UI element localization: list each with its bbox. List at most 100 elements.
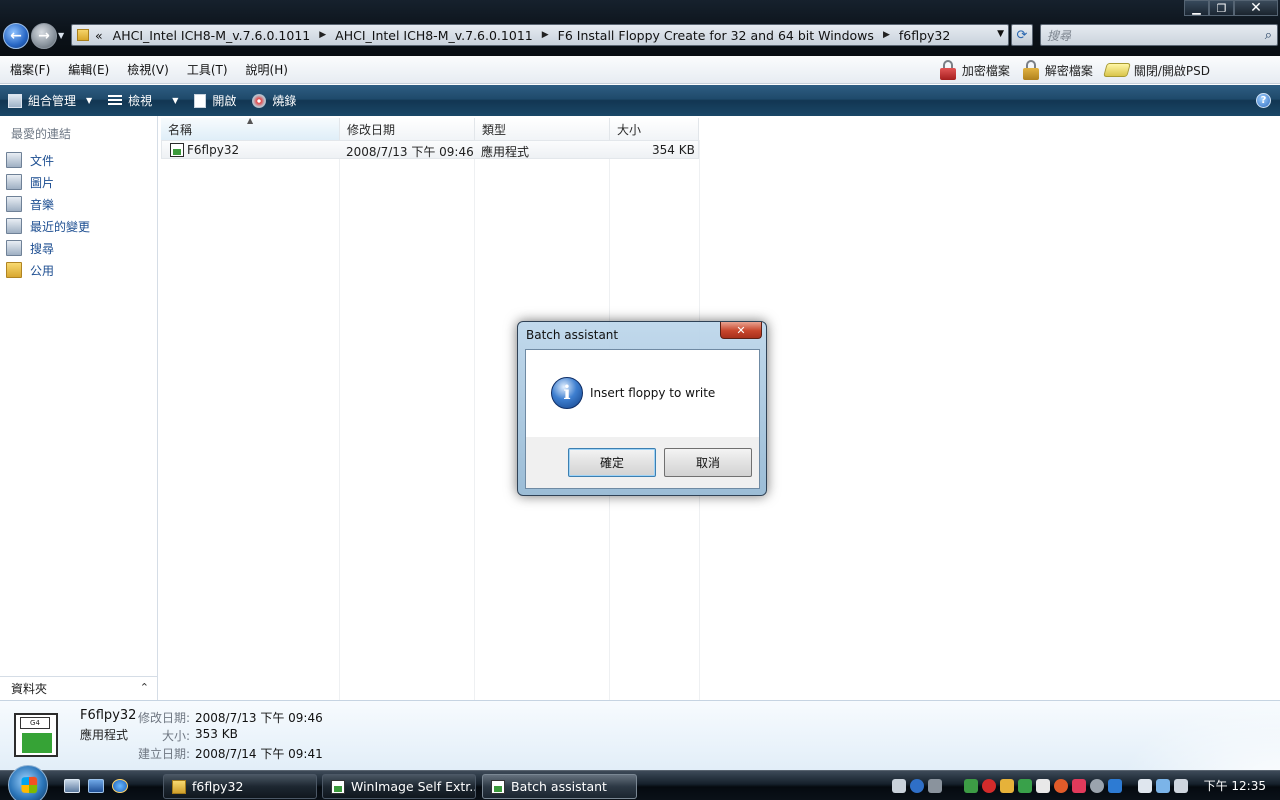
usb-icon[interactable] (1138, 779, 1152, 793)
toggle-psd-button[interactable]: 關閉/開啟PSD (1102, 62, 1210, 79)
internet-explorer-icon[interactable] (112, 779, 128, 793)
refresh-button[interactable]: ⟳ (1011, 24, 1033, 46)
menu-file[interactable]: 檔案(F) (0, 61, 58, 78)
nav-item-pictures[interactable]: 圖片 (6, 171, 90, 193)
keyboard-icon[interactable] (892, 779, 906, 793)
forward-arrow-icon: → (38, 28, 50, 44)
nav-item-label: 公用 (30, 263, 55, 278)
breadcrumb-overflow[interactable]: « (95, 28, 103, 43)
breadcrumb-segment[interactable]: AHCI_Intel ICH8-M_v.7.6.0.1011 (335, 28, 533, 43)
network-icon[interactable] (928, 779, 942, 793)
column-header-date-modified[interactable]: 修改日期 (340, 118, 475, 140)
clock[interactable]: 下午 12:35 (1204, 777, 1266, 794)
disc-icon (252, 93, 267, 108)
ok-button[interactable]: 確定 (568, 448, 656, 477)
music-icon (6, 196, 22, 212)
open-icon (194, 93, 207, 108)
breadcrumb-chevron-icon[interactable]: ▶ (319, 30, 326, 40)
messenger-icon[interactable] (1054, 779, 1068, 793)
menu-help[interactable]: 說明(H) (236, 61, 296, 78)
menu-view[interactable]: 檢視(V) (117, 61, 177, 78)
floppy-label: G4 (20, 717, 50, 729)
start-button[interactable] (8, 765, 48, 800)
encrypt-file-button[interactable]: 加密檔案 (939, 60, 1010, 80)
bluetooth-icon[interactable] (1108, 779, 1122, 793)
cursor-icon[interactable] (1036, 779, 1050, 793)
nav-item-music[interactable]: 音樂 (6, 193, 90, 215)
menu-edit[interactable]: 編輯(E) (58, 61, 117, 78)
pictures-icon (6, 174, 22, 190)
folders-toggle[interactable]: 資料夾 ⌃ (0, 676, 158, 700)
back-button[interactable]: ← (3, 23, 29, 49)
column-header-name[interactable]: ▲ 名稱 (161, 116, 340, 140)
chevron-up-icon[interactable]: ⌃ (140, 681, 149, 694)
breadcrumb-chevron-icon[interactable]: ▶ (883, 30, 890, 40)
folders-label: 資料夾 (11, 682, 48, 696)
open-label: 開啟 (212, 94, 237, 108)
decorative-swoosh (1120, 700, 1280, 770)
back-arrow-icon: ← (10, 28, 22, 44)
organize-icon (8, 93, 22, 108)
volume-icon[interactable] (1174, 779, 1188, 793)
breadcrumb-segment[interactable]: AHCI_Intel ICH8-M_v.7.6.0.1011 (113, 28, 311, 43)
status-icon[interactable] (1018, 779, 1032, 793)
dialog-close-button[interactable]: ✕ (720, 322, 762, 339)
column-header-type[interactable]: 類型 (475, 118, 610, 140)
taskbar-item-batch-assistant[interactable]: Batch assistant (482, 774, 637, 799)
switch-windows-icon[interactable] (88, 779, 104, 793)
encrypt-file-label: 加密檔案 (961, 63, 1010, 78)
breadcrumb-segment[interactable]: f6flpy32 (899, 28, 950, 43)
searches-icon (6, 240, 22, 256)
drive-icon (1102, 63, 1131, 77)
network-status-icon[interactable] (1156, 779, 1170, 793)
views-button[interactable]: 檢視 ▼ (100, 85, 186, 116)
antivirus-icon[interactable] (982, 779, 996, 793)
recent-pages-dropdown[interactable]: ▼ (58, 31, 64, 40)
menu-tools[interactable]: 工具(T) (177, 61, 236, 78)
forward-button[interactable]: → (31, 23, 57, 49)
burn-label: 燒錄 (272, 94, 297, 108)
wireless-icon[interactable] (1000, 779, 1014, 793)
maximize-button[interactable]: ❐ (1209, 0, 1234, 16)
details-size-label: 大小: (161, 729, 190, 743)
floppy-app-icon: G4 (14, 713, 58, 757)
batch-assistant-dialog: Batch assistant ✕ i Insert floppy to wri… (517, 321, 767, 496)
details-modified-value: 2008/7/13 下午 09:46 (195, 711, 323, 725)
open-button[interactable]: 開啟 (186, 85, 244, 116)
help-icon[interactable]: ? (1256, 93, 1271, 108)
help-tray-icon[interactable] (910, 779, 924, 793)
taskbar-item-winimage[interactable]: WinImage Self Extr... (322, 774, 476, 799)
search-input[interactable]: 搜尋 ⌕ (1040, 24, 1278, 46)
address-dropdown-icon[interactable]: ▼ (997, 29, 1004, 39)
burn-button[interactable]: 燒錄 (244, 85, 304, 116)
cancel-button[interactable]: 取消 (664, 448, 752, 477)
nav-item-recent-changes[interactable]: 最近的變更 (6, 215, 90, 237)
close-icon: ✕ (736, 323, 746, 337)
nav-item-searches[interactable]: 搜尋 (6, 237, 90, 259)
taskbar-item-label: WinImage Self Extr... (351, 779, 476, 794)
folder-icon (77, 29, 89, 41)
nav-item-documents[interactable]: 文件 (6, 149, 90, 171)
breadcrumb-chevron-icon[interactable]: ▶ (542, 30, 549, 40)
folder-icon (172, 779, 186, 794)
breadcrumb-segment[interactable]: F6 Install Floppy Create for 32 and 64 b… (558, 28, 874, 43)
close-button[interactable]: ✕ (1234, 0, 1278, 16)
file-row[interactable]: F6flpy32 2008/7/13 下午 09:46 應用程式 354 KB (161, 140, 699, 159)
search-icon[interactable]: ⌕ (1265, 28, 1272, 43)
column-header-size[interactable]: 大小 (610, 118, 699, 140)
details-pane: G4 F6flpy32 應用程式 修改日期: 2008/7/13 下午 09:4… (0, 700, 1280, 770)
lock-icon (939, 60, 957, 80)
disk-icon[interactable] (1090, 779, 1104, 793)
address-bar[interactable]: « AHCI_Intel ICH8-M_v.7.6.0.1011 ▶ AHCI_… (71, 24, 1009, 46)
security-icon[interactable] (964, 779, 978, 793)
taskbar-item-explorer[interactable]: f6flpy32 (163, 774, 317, 799)
media-icon[interactable] (1072, 779, 1086, 793)
file-size: 354 KB (652, 143, 695, 157)
organize-button[interactable]: 組合管理 ▼ (0, 85, 100, 116)
show-desktop-icon[interactable] (64, 779, 80, 793)
views-label: 檢視 (128, 94, 153, 108)
minimize-button[interactable]: ▁ (1184, 0, 1209, 16)
recent-changes-icon (6, 218, 22, 234)
decrypt-file-button[interactable]: 解密檔案 (1022, 60, 1093, 80)
nav-item-public[interactable]: 公用 (6, 259, 90, 281)
